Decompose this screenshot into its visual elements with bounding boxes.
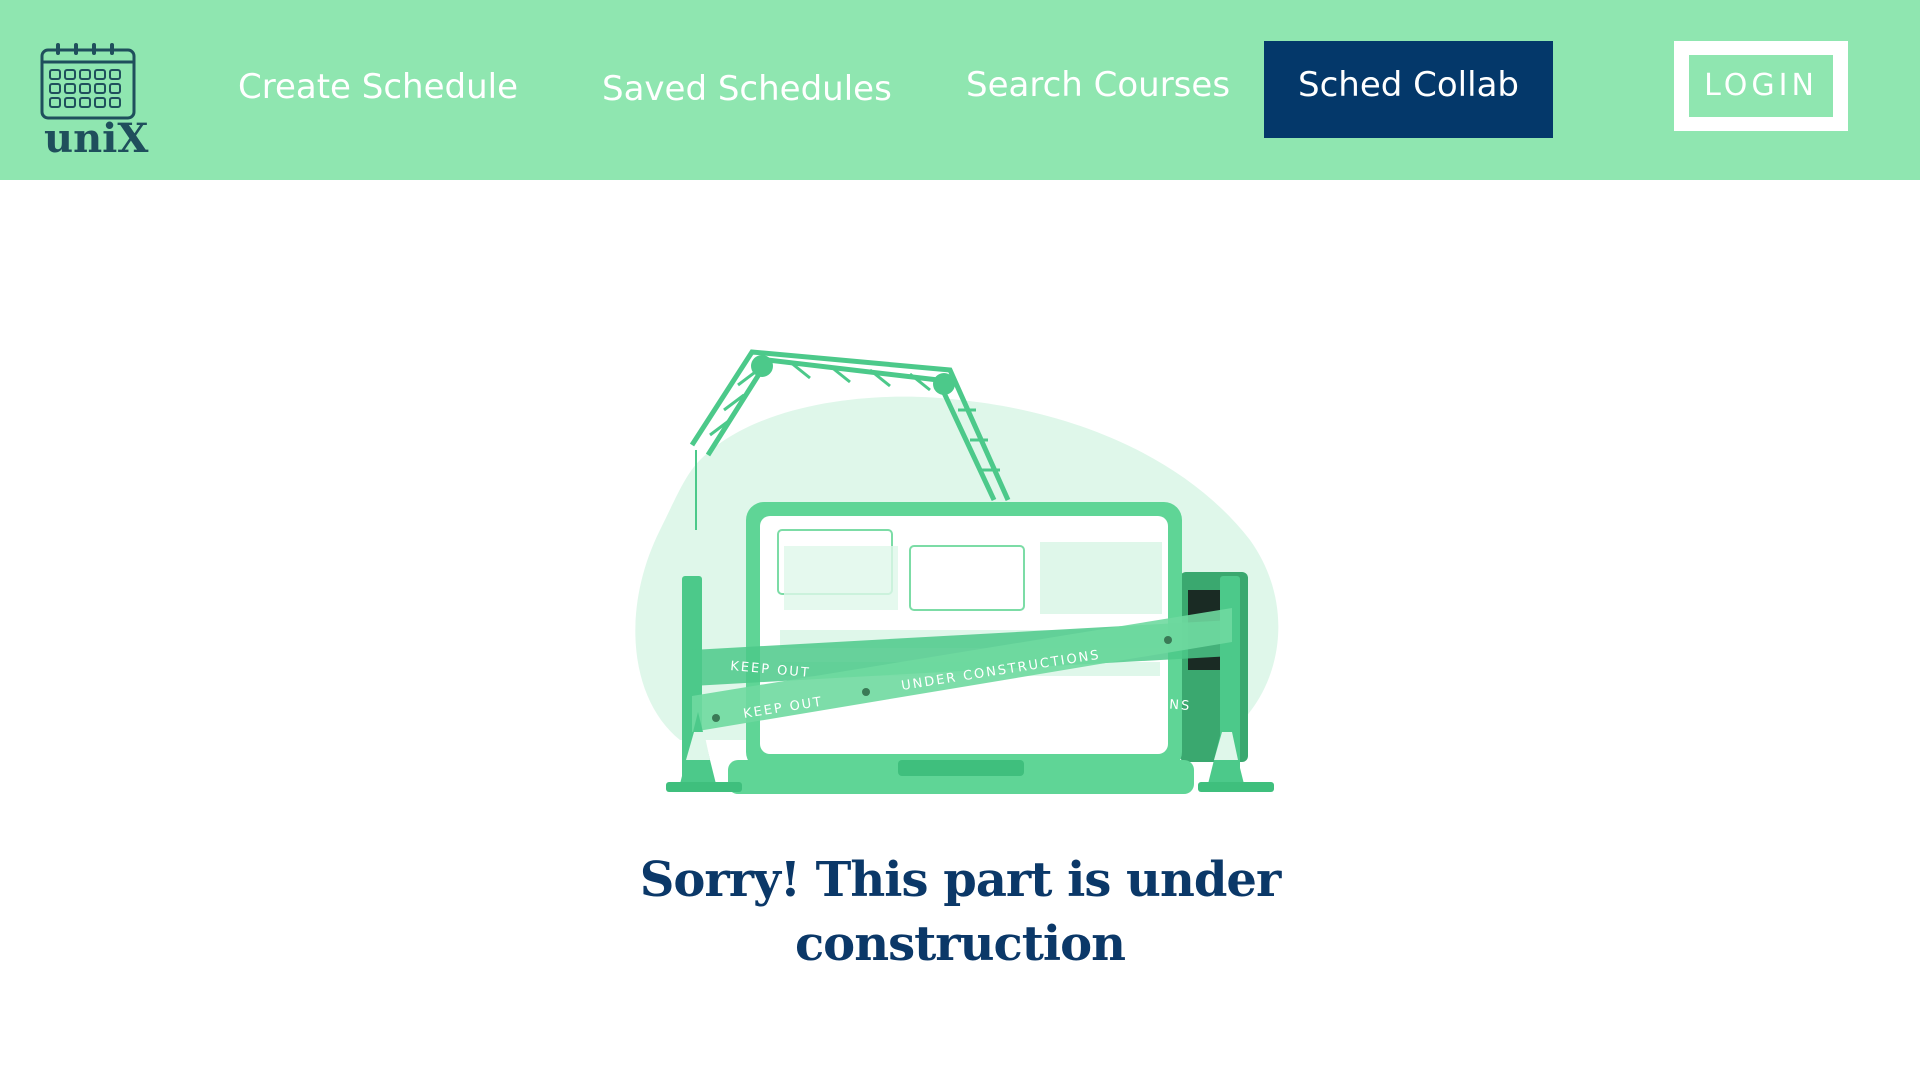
login-label: LOGIN — [1689, 55, 1833, 117]
calendar-icon — [40, 43, 136, 120]
nav-saved-schedules[interactable]: Saved Schedules — [602, 64, 892, 114]
nav-sched-collab-label: Sched Collab — [1298, 65, 1519, 105]
under-construction-message: Sorry! This part is under construction — [639, 852, 1282, 972]
login-button[interactable]: LOGIN — [1674, 41, 1848, 131]
app-logo[interactable]: uniX — [38, 40, 148, 162]
top-navbar: uniX Create Schedule Saved Schedules Sea… — [0, 0, 1920, 180]
nav-create-schedule[interactable]: Create Schedule — [238, 62, 518, 112]
logo-text: uniX — [44, 115, 149, 162]
under-construction-illustration: KEEP OUT UNDER CONSTRUCTIONS KEEP OUT UN… — [620, 340, 1300, 810]
nav-search-courses[interactable]: Search Courses — [966, 60, 1230, 110]
nav-sched-collab[interactable]: Sched Collab — [1264, 41, 1553, 138]
